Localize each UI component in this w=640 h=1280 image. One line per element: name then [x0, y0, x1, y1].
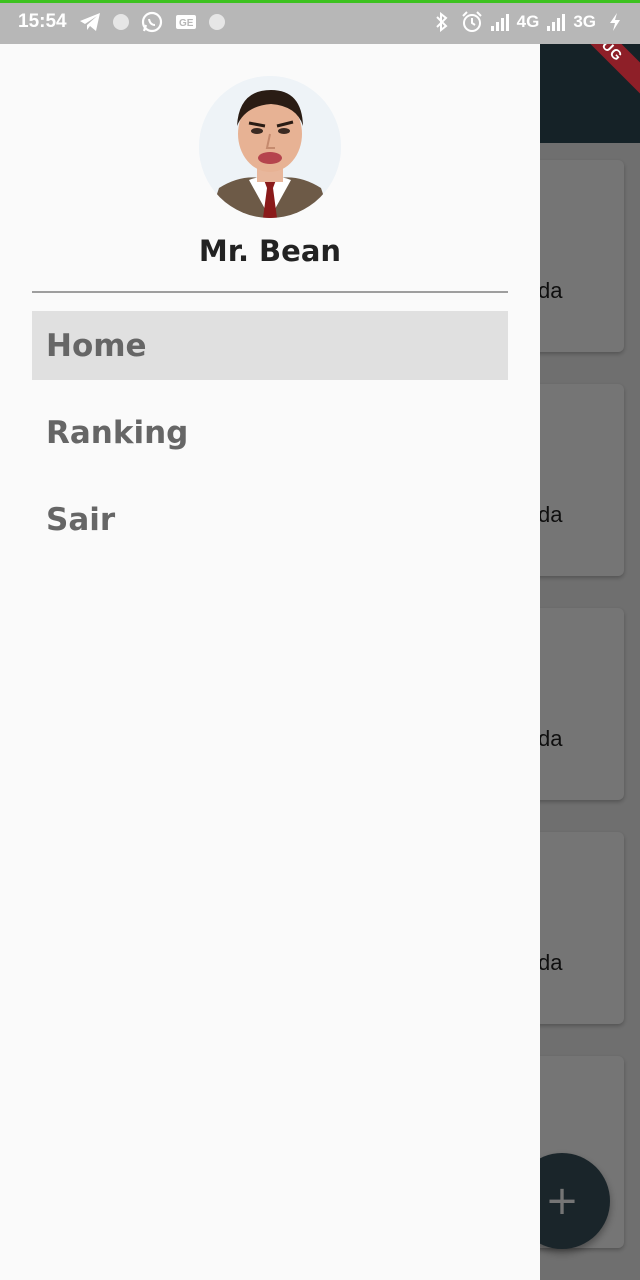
divider	[32, 291, 508, 293]
signal-icon	[547, 13, 566, 31]
status-bar: 15:54 GE 4G 3G	[0, 0, 640, 44]
circle-notification-icon	[208, 14, 225, 30]
drawer-item-label: Ranking	[46, 414, 189, 451]
signal-icon	[490, 13, 509, 31]
bluetooth-icon	[431, 11, 453, 33]
drawer-item-ranking[interactable]: Ranking	[32, 398, 508, 467]
user-name: Mr. Bean	[198, 234, 342, 268]
drawer-item-sair[interactable]: Sair	[32, 485, 508, 554]
drawer-item-label: Home	[46, 327, 147, 364]
ge-icon: GE	[175, 11, 197, 33]
navigation-drawer: Mr. Bean Home Ranking Sair	[0, 44, 540, 1280]
network-type-1: 4G	[516, 12, 540, 31]
alarm-icon	[461, 11, 483, 33]
drawer-item-label: Sair	[46, 501, 116, 538]
svg-text:GE: GE	[179, 18, 194, 29]
status-time: 15:54	[18, 11, 67, 32]
avatar	[199, 76, 341, 218]
network-type-2: 3G	[573, 12, 596, 31]
telegram-icon	[79, 11, 101, 33]
charging-icon	[604, 11, 626, 33]
drawer-item-home[interactable]: Home	[32, 311, 508, 380]
whatsapp-icon	[141, 11, 163, 33]
circle-notification-icon	[112, 14, 129, 30]
